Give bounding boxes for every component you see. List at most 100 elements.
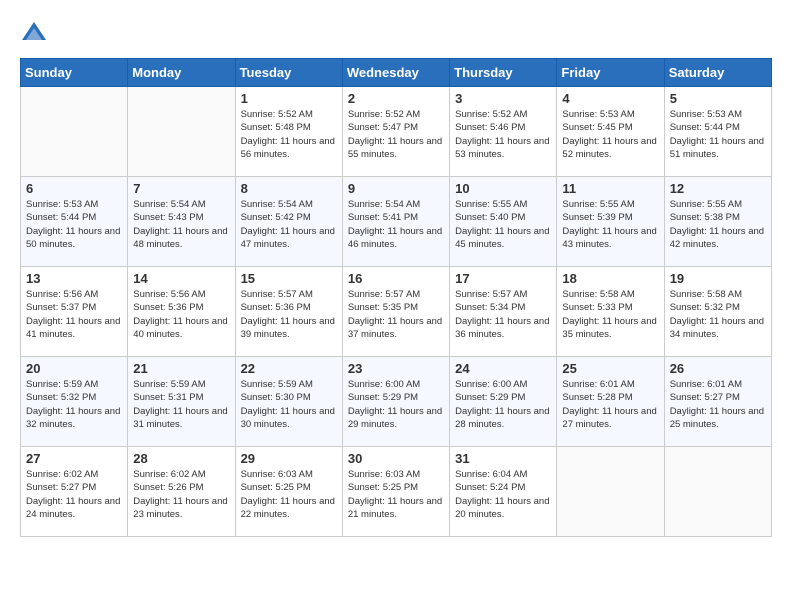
calendar-body: 1 Sunrise: 5:52 AM Sunset: 5:48 PM Daylig… [21,87,772,537]
day-info: Sunrise: 6:04 AM Sunset: 5:24 PM Dayligh… [455,468,551,521]
day-number: 17 [455,271,551,286]
calendar-week-2: 6 Sunrise: 5:53 AM Sunset: 5:44 PM Daylig… [21,177,772,267]
calendar-cell: 13Sunrise: 5:56 AM Sunset: 5:37 PM Dayli… [21,267,128,357]
calendar-cell: 28 Sunrise: 6:02 AM Sunset: 5:26 PM Dayli… [128,447,235,537]
day-number: 22 [241,361,337,376]
day-number: 6 [26,181,122,196]
calendar-cell: 8 Sunrise: 5:54 AM Sunset: 5:42 PM Daylig… [235,177,342,267]
calendar-cell: 5 Sunrise: 5:53 AM Sunset: 5:44 PM Daylig… [664,87,771,177]
calendar-cell: 17 Sunrise: 5:57 AM Sunset: 5:34 PM Dayli… [450,267,557,357]
calendar-cell: 2Sunrise: 5:52 AM Sunset: 5:47 PM Daylig… [342,87,449,177]
day-number: 7 [133,181,229,196]
calendar-week-1: 1 Sunrise: 5:52 AM Sunset: 5:48 PM Daylig… [21,87,772,177]
calendar-cell: 25Sunrise: 6:01 AM Sunset: 5:28 PM Dayli… [557,357,664,447]
day-info: Sunrise: 5:57 AM Sunset: 5:36 PM Dayligh… [241,288,337,341]
calendar-cell: 7Sunrise: 5:54 AM Sunset: 5:43 PM Daylig… [128,177,235,267]
calendar-cell: 20 Sunrise: 5:59 AM Sunset: 5:32 PM Dayli… [21,357,128,447]
calendar-cell [128,87,235,177]
day-info: Sunrise: 6:02 AM Sunset: 5:27 PM Dayligh… [26,468,122,521]
day-info: Sunrise: 5:56 AM Sunset: 5:36 PM Dayligh… [133,288,229,341]
column-header-friday: Friday [557,59,664,87]
calendar-cell: 26Sunrise: 6:01 AM Sunset: 5:27 PM Dayli… [664,357,771,447]
day-info: Sunrise: 5:57 AM Sunset: 5:35 PM Dayligh… [348,288,444,341]
day-info: Sunrise: 5:55 AM Sunset: 5:38 PM Dayligh… [670,198,766,251]
calendar-cell: 16 Sunrise: 5:57 AM Sunset: 5:35 PM Dayli… [342,267,449,357]
calendar-cell: 3Sunrise: 5:52 AM Sunset: 5:46 PM Daylig… [450,87,557,177]
calendar-week-4: 20 Sunrise: 5:59 AM Sunset: 5:32 PM Dayli… [21,357,772,447]
logo-icon [20,20,48,48]
day-info: Sunrise: 5:55 AM Sunset: 5:39 PM Dayligh… [562,198,658,251]
calendar-cell: 18 Sunrise: 5:58 AM Sunset: 5:33 PM Dayli… [557,267,664,357]
day-number: 3 [455,91,551,106]
column-header-saturday: Saturday [664,59,771,87]
column-header-monday: Monday [128,59,235,87]
day-info: Sunrise: 5:58 AM Sunset: 5:32 PM Dayligh… [670,288,766,341]
day-number: 20 [26,361,122,376]
calendar-cell [557,447,664,537]
logo [20,20,52,48]
column-header-wednesday: Wednesday [342,59,449,87]
day-info: Sunrise: 6:01 AM Sunset: 5:27 PM Dayligh… [670,378,766,431]
day-number: 29 [241,451,337,466]
calendar-cell: 23 Sunrise: 6:00 AM Sunset: 5:29 PM Dayli… [342,357,449,447]
day-info: Sunrise: 5:53 AM Sunset: 5:44 PM Dayligh… [670,108,766,161]
day-info: Sunrise: 5:52 AM Sunset: 5:47 PM Dayligh… [348,108,444,161]
calendar-header-row: SundayMondayTuesdayWednesdayThursdayFrid… [21,59,772,87]
calendar-cell: 24 Sunrise: 6:00 AM Sunset: 5:29 PM Dayli… [450,357,557,447]
calendar-cell: 30Sunrise: 6:03 AM Sunset: 5:25 PM Dayli… [342,447,449,537]
day-number: 1 [241,91,337,106]
day-info: Sunrise: 5:59 AM Sunset: 5:32 PM Dayligh… [26,378,122,431]
day-info: Sunrise: 5:58 AM Sunset: 5:33 PM Dayligh… [562,288,658,341]
calendar-cell: 19Sunrise: 5:58 AM Sunset: 5:32 PM Dayli… [664,267,771,357]
calendar-cell: 31 Sunrise: 6:04 AM Sunset: 5:24 PM Dayli… [450,447,557,537]
day-number: 9 [348,181,444,196]
calendar-cell: 12 Sunrise: 5:55 AM Sunset: 5:38 PM Dayli… [664,177,771,267]
calendar-cell: 14 Sunrise: 5:56 AM Sunset: 5:36 PM Dayli… [128,267,235,357]
calendar-cell: 6 Sunrise: 5:53 AM Sunset: 5:44 PM Daylig… [21,177,128,267]
day-number: 12 [670,181,766,196]
day-info: Sunrise: 6:02 AM Sunset: 5:26 PM Dayligh… [133,468,229,521]
calendar-week-5: 27 Sunrise: 6:02 AM Sunset: 5:27 PM Dayli… [21,447,772,537]
day-number: 27 [26,451,122,466]
day-info: Sunrise: 5:54 AM Sunset: 5:41 PM Dayligh… [348,198,444,251]
day-number: 5 [670,91,766,106]
day-info: Sunrise: 6:00 AM Sunset: 5:29 PM Dayligh… [348,378,444,431]
day-number: 16 [348,271,444,286]
day-number: 8 [241,181,337,196]
column-header-thursday: Thursday [450,59,557,87]
calendar-cell: 15 Sunrise: 5:57 AM Sunset: 5:36 PM Dayli… [235,267,342,357]
day-number: 15 [241,271,337,286]
day-number: 31 [455,451,551,466]
calendar-cell: 1 Sunrise: 5:52 AM Sunset: 5:48 PM Daylig… [235,87,342,177]
calendar-cell: 21Sunrise: 5:59 AM Sunset: 5:31 PM Dayli… [128,357,235,447]
column-header-sunday: Sunday [21,59,128,87]
day-info: Sunrise: 6:00 AM Sunset: 5:29 PM Dayligh… [455,378,551,431]
calendar-table: SundayMondayTuesdayWednesdayThursdayFrid… [20,58,772,537]
day-info: Sunrise: 5:52 AM Sunset: 5:48 PM Dayligh… [241,108,337,161]
calendar-cell: 27 Sunrise: 6:02 AM Sunset: 5:27 PM Dayli… [21,447,128,537]
calendar-cell: 10Sunrise: 5:55 AM Sunset: 5:40 PM Dayli… [450,177,557,267]
day-info: Sunrise: 5:53 AM Sunset: 5:44 PM Dayligh… [26,198,122,251]
day-number: 24 [455,361,551,376]
day-number: 23 [348,361,444,376]
day-info: Sunrise: 5:54 AM Sunset: 5:42 PM Dayligh… [241,198,337,251]
calendar-cell [664,447,771,537]
day-number: 28 [133,451,229,466]
day-info: Sunrise: 5:53 AM Sunset: 5:45 PM Dayligh… [562,108,658,161]
calendar-cell: 9 Sunrise: 5:54 AM Sunset: 5:41 PM Daylig… [342,177,449,267]
day-number: 11 [562,181,658,196]
calendar-cell: 22 Sunrise: 5:59 AM Sunset: 5:30 PM Dayli… [235,357,342,447]
day-info: Sunrise: 5:57 AM Sunset: 5:34 PM Dayligh… [455,288,551,341]
calendar-cell: 11 Sunrise: 5:55 AM Sunset: 5:39 PM Dayli… [557,177,664,267]
page-header [20,20,772,48]
day-number: 25 [562,361,658,376]
day-info: Sunrise: 6:03 AM Sunset: 5:25 PM Dayligh… [241,468,337,521]
day-number: 14 [133,271,229,286]
day-number: 4 [562,91,658,106]
day-number: 18 [562,271,658,286]
day-info: Sunrise: 5:56 AM Sunset: 5:37 PM Dayligh… [26,288,122,341]
calendar-cell [21,87,128,177]
day-number: 30 [348,451,444,466]
calendar-cell: 29 Sunrise: 6:03 AM Sunset: 5:25 PM Dayli… [235,447,342,537]
day-info: Sunrise: 5:59 AM Sunset: 5:30 PM Dayligh… [241,378,337,431]
